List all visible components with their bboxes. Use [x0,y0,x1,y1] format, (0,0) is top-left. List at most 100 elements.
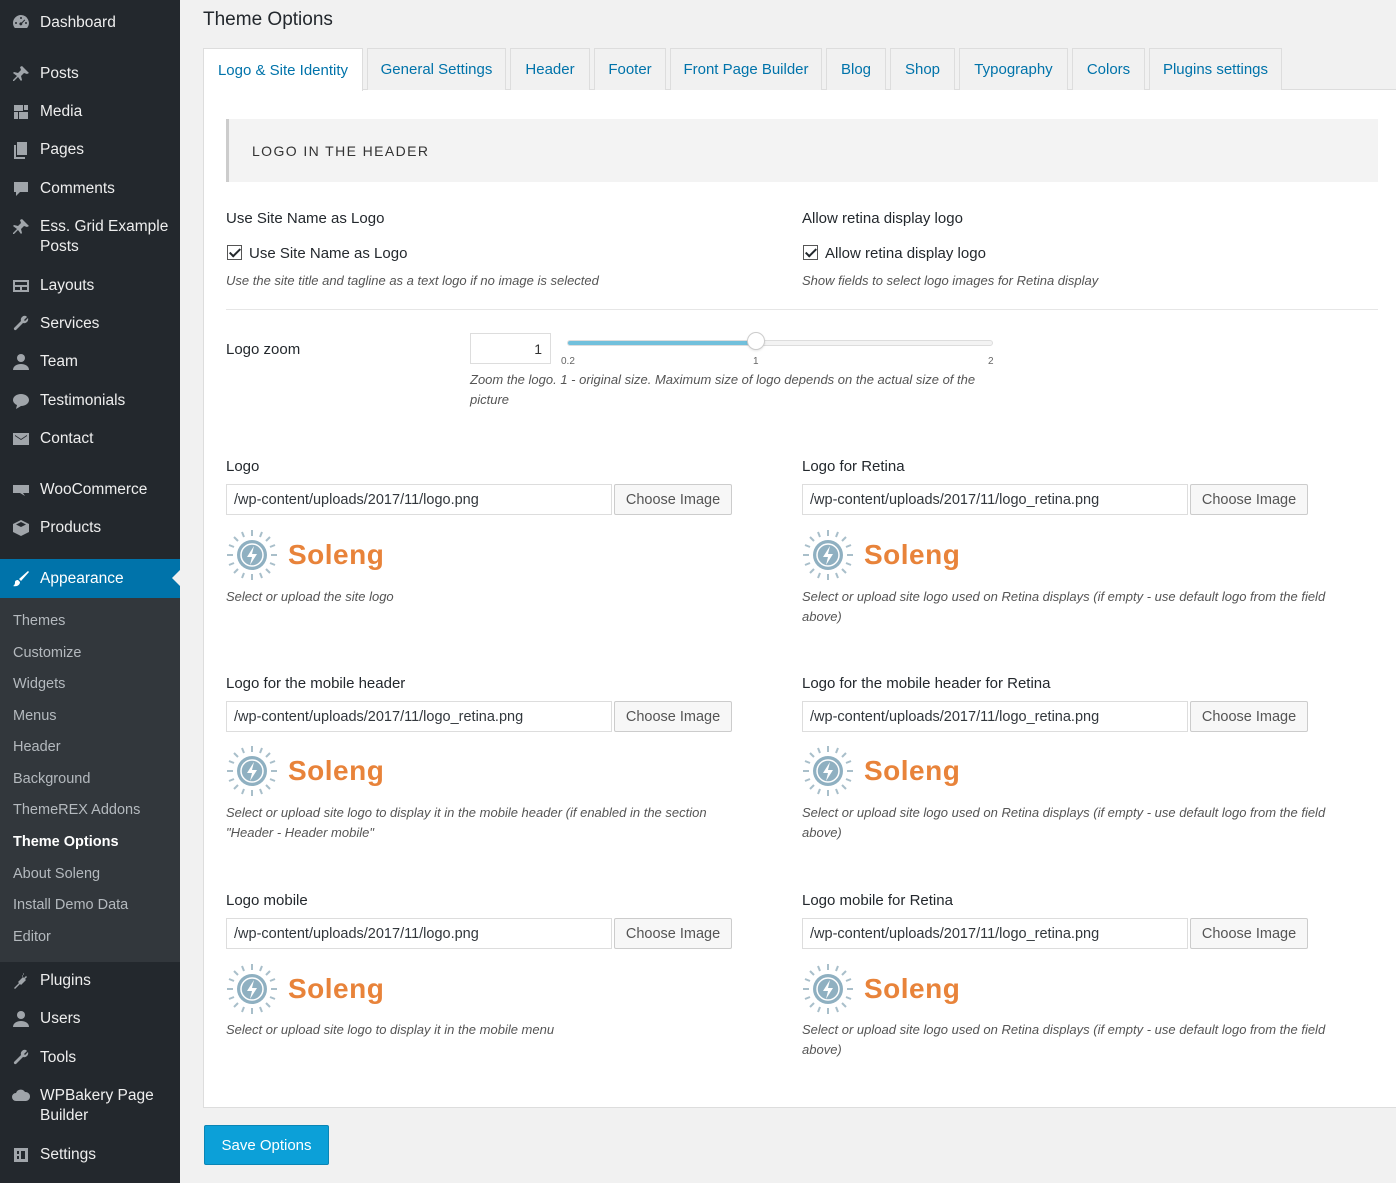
field-title: Logo for the mobile header [226,675,406,692]
soleng-sun-icon [803,746,853,796]
field-desc: Select or upload site logo used on Retin… [802,805,1326,840]
box-icon [9,518,33,538]
sidebar-item-tools[interactable]: Tools [0,1048,180,1068]
sidebar-item-label: Media [40,103,83,120]
submenu-item-widgets[interactable]: Widgets [13,676,65,692]
submenu-item-customize[interactable]: Customize [13,645,82,661]
save-options-button[interactable]: Save Options [204,1125,329,1165]
logo-brand-text: Soleng [864,755,961,786]
sidebar-item-settings[interactable]: Settings [0,1145,180,1165]
tab-colors[interactable]: Colors [1072,48,1145,90]
sidebar-item-label: Services [40,315,100,332]
logo-path-input[interactable] [802,701,1188,732]
dashboard-icon [9,13,33,33]
tab-logo-site-identity[interactable]: Logo & Site Identity [203,48,363,91]
sidebar-item-comments[interactable]: Comments [0,179,180,199]
tab-typography[interactable]: Typography [959,48,1068,90]
sidebar-item-label: Settings [40,1146,97,1163]
admin-sidebar: Dashboard Posts Media Pages Comments Ess… [0,0,180,1183]
tab-plugins-settings[interactable]: Plugins settings [1149,48,1282,90]
settings-icon [9,1145,33,1165]
mail-icon [9,429,33,449]
tab-header[interactable]: Header [510,48,590,90]
brush-icon [9,569,33,589]
field-title: Logo mobile [226,892,308,909]
sidebar-item-label: Contact [40,430,94,447]
site-name-checkbox[interactable] [227,245,242,260]
sidebar-item-contact[interactable]: Contact [0,429,180,449]
wrench-icon [9,314,33,334]
logo-path-input[interactable] [802,918,1188,949]
logo-preview: Soleng [226,963,384,1015]
choose-image-button[interactable]: Choose Image [614,918,732,949]
field-title: Logo [226,458,260,475]
submenu-item-editor[interactable]: Editor [13,929,51,945]
submenu-item-header[interactable]: Header [13,739,61,755]
submenu-item-themes[interactable]: Themes [13,613,65,629]
sidebar-item-appearance[interactable]: Appearance [0,559,180,598]
tab-blog[interactable]: Blog [826,48,886,90]
retina-checkbox[interactable] [803,245,818,260]
choose-image-button[interactable]: Choose Image [1190,484,1308,515]
submenu-item-menus[interactable]: Menus [13,708,57,724]
appearance-submenu: Themes Customize Widgets Menus Header Ba… [0,598,180,962]
soleng-sun-icon [227,530,277,580]
field-desc: Select or upload site logo used on Retin… [802,589,1326,624]
plug-icon [9,971,33,991]
choose-image-button[interactable]: Choose Image [1190,918,1308,949]
sidebar-item-plugins[interactable]: Plugins [0,971,180,991]
logo-zoom-input[interactable] [470,333,551,364]
user-icon [9,352,33,372]
media-icon [9,102,33,122]
sidebar-item-label: WPBakery Page Builder [40,1087,154,1124]
sidebar-item-testimonials[interactable]: Testimonials [0,391,180,411]
field-desc: Select or upload site logo to display it… [226,1022,555,1037]
slider-tick-mid: 1 [753,356,759,367]
choose-image-button[interactable]: Choose Image [614,484,732,515]
field-desc: Select or upload site logo used on Retin… [802,1022,1326,1057]
tab-general-settings[interactable]: General Settings [367,48,506,90]
sidebar-item-woocommerce[interactable]: WooCommerce [0,480,180,500]
field-title: Logo for Retina [802,458,905,475]
user-icon [9,1009,33,1029]
sidebar-item-label: Comments [40,180,115,197]
sidebar-item-layouts[interactable]: Layouts [0,276,180,296]
sidebar-item-services[interactable]: Services [0,314,180,334]
field-title: Logo for the mobile header for Retina [802,675,1051,692]
cloud-icon [9,1086,33,1106]
submenu-item-background[interactable]: Background [13,771,90,787]
logo-preview: Soleng [802,745,960,797]
sidebar-item-dashboard[interactable]: Dashboard [0,13,180,33]
sidebar-item-media[interactable]: Media [0,102,180,122]
logo-path-input[interactable] [226,484,612,515]
logo-path-input[interactable] [226,701,612,732]
sidebar-item-label: Products [40,519,102,536]
retina-checkbox-label[interactable]: Allow retina display logo [825,245,986,262]
choose-image-button[interactable]: Choose Image [614,701,732,732]
retina-desc: Show fields to select logo images for Re… [802,273,1099,288]
tab-shop[interactable]: Shop [890,48,955,90]
submenu-item-theme-options[interactable]: Theme Options [13,834,119,850]
sidebar-item-posts[interactable]: Posts [0,64,180,84]
sidebar-item-pages[interactable]: Pages [0,140,180,160]
choose-image-button[interactable]: Choose Image [1190,701,1308,732]
sidebar-item-wpbakery[interactable]: WPBakery Page Builder [0,1086,175,1126]
submenu-item-themerex-addons[interactable]: ThemeREX Addons [13,802,140,818]
sidebar-item-products[interactable]: Products [0,518,180,538]
logo-brand-text: Soleng [288,755,385,786]
sidebar-item-label: Posts [40,65,79,82]
logo-zoom-slider[interactable] [567,340,993,346]
site-name-checkbox-label[interactable]: Use Site Name as Logo [249,245,407,262]
logo-path-input[interactable] [802,484,1188,515]
sidebar-item-label: Dashboard [40,14,116,31]
logo-path-input[interactable] [226,918,612,949]
tab-footer[interactable]: Footer [594,48,666,90]
sidebar-item-users[interactable]: Users [0,1009,180,1029]
sidebar-item-ess-grid[interactable]: Ess. Grid Example Posts [0,217,175,257]
submenu-item-install-demo-data[interactable]: Install Demo Data [13,897,128,913]
site-name-title: Use Site Name as Logo [226,210,385,227]
logo-preview: Soleng [802,529,960,581]
tab-front-page-builder[interactable]: Front Page Builder [670,48,822,90]
submenu-item-about-soleng[interactable]: About Soleng [13,866,100,882]
sidebar-item-team[interactable]: Team [0,352,180,372]
